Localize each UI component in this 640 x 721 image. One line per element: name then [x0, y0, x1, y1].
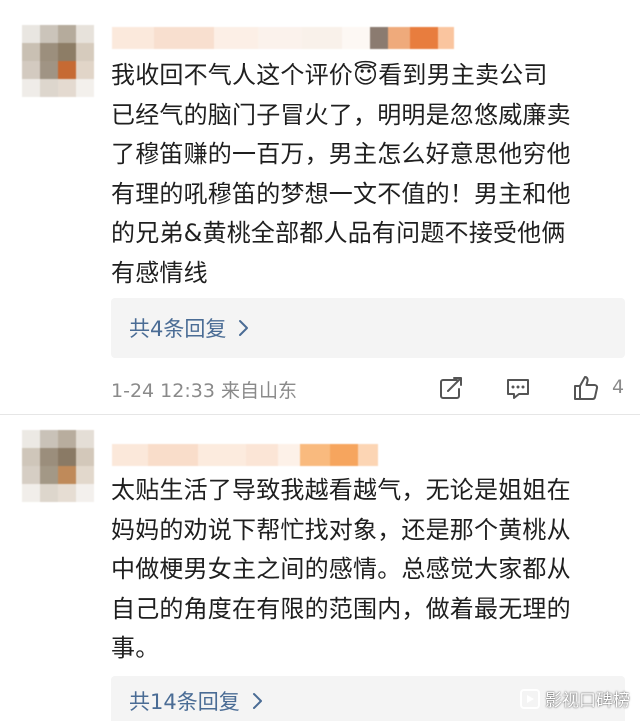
reply-count-label: 共4条回复 [129, 317, 227, 341]
comment-item: 我收回不气人这个评价😇看到男主卖公司 已经气的脑门子冒火了，明明是忽悠威廉卖 了… [0, 0, 640, 415]
comment-line: 有理的吼穆笛的梦想一文不值的！男主和他 [111, 179, 571, 208]
like-count: 4 [612, 376, 625, 398]
reply-count-label: 共14条回复 [129, 690, 240, 714]
comment-line: 的兄弟&黄桃全部都人品有问题不接受他俩 [111, 219, 566, 247]
like-icon[interactable] [572, 374, 600, 402]
comment-divider [0, 414, 640, 415]
comment-feed: 我收回不气人这个评价😇看到男主卖公司 已经气的脑门子冒火了，明明是忽悠威廉卖 了… [0, 0, 640, 721]
watermark-logo-icon [520, 688, 540, 709]
chevron-right-icon [252, 693, 262, 709]
username[interactable] [112, 27, 454, 49]
username[interactable] [112, 444, 378, 466]
comment-meta: 1-24 12:33 来自山东 4 [111, 374, 631, 404]
chevron-right-icon [239, 320, 249, 336]
comment-text: 我收回不气人这个评价😇看到男主卖公司 已经气的脑门子冒火了，明明是忽悠威廉卖 了… [111, 56, 626, 293]
comment-line: 事。 [111, 634, 160, 662]
comment-line: 已经气的脑门子冒火了，明明是忽悠威廉卖 [111, 100, 571, 129]
location-text: 来自山东 [220, 380, 297, 402]
comment-item: 太贴生活了导致我越看越气，无论是姐姐在 妈妈的劝说下帮忙找对象，还是那个黄桃从 … [0, 416, 640, 721]
comment-line: 自己的角度在有限的范围内，做着最无理的 [111, 594, 571, 623]
forward-icon[interactable] [437, 374, 465, 402]
timestamp-text: 1-24 12:33 [111, 380, 215, 402]
comment-line: 我收回不气人这个评价😇看到男主卖公司 [111, 61, 548, 89]
avatar[interactable] [22, 430, 94, 502]
comment-timestamp: 1-24 12:33 来自山东 [111, 376, 297, 403]
comment-text: 太贴生活了导致我越看越气，无论是姐姐在 妈妈的劝说下帮忙找对象，还是那个黄桃从 … [111, 471, 626, 669]
comment-line: 妈妈的劝说下帮忙找对象，还是那个黄桃从 [111, 515, 571, 544]
comment-line: 中做梗男女主之间的感情。总感觉大家都从 [111, 555, 571, 583]
view-replies-button[interactable]: 共4条回复 [111, 298, 625, 358]
comment-icon[interactable] [504, 374, 532, 402]
watermark-text: 影视口碑榜 [545, 691, 630, 711]
avatar[interactable] [22, 25, 94, 97]
watermark: 影视口碑榜 [519, 686, 630, 711]
comment-line: 了穆笛赚的一百万，男主怎么好意思他穷他 [111, 140, 571, 168]
comment-line: 太贴生活了导致我越看越气，无论是姐姐在 [111, 476, 571, 504]
comment-line: 有感情线 [111, 258, 208, 287]
